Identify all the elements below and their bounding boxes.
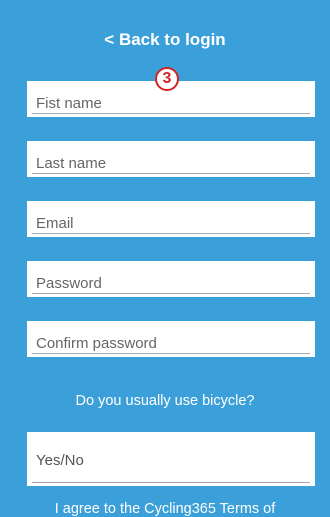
step-number-badge: 3 [155, 67, 179, 91]
terms-agreement-text[interactable]: I agree to the Cycling365 Terms of [0, 501, 330, 517]
password-field-container [27, 261, 315, 297]
first-name-underline [32, 113, 310, 114]
last-name-underline [32, 173, 310, 174]
confirm-password-input[interactable] [27, 321, 315, 357]
register-screen: < Back to login 3 Do you usually use bic… [0, 0, 330, 517]
password-input[interactable] [27, 261, 315, 297]
confirm-password-field-container [27, 321, 315, 357]
last-name-input[interactable] [27, 141, 315, 177]
email-field-container [27, 201, 315, 237]
bicycle-select-underline [32, 482, 310, 483]
last-name-field-container [27, 141, 315, 177]
email-underline [32, 233, 310, 234]
bicycle-select-value: Yes/No [36, 452, 84, 469]
bicycle-question-label: Do you usually use bicycle? [75, 393, 255, 409]
email-input[interactable] [27, 201, 315, 237]
password-underline [32, 293, 310, 294]
back-to-login-link[interactable]: < Back to login [0, 30, 330, 50]
bicycle-select[interactable]: Yes/No [27, 432, 315, 486]
confirm-password-underline [32, 353, 310, 354]
